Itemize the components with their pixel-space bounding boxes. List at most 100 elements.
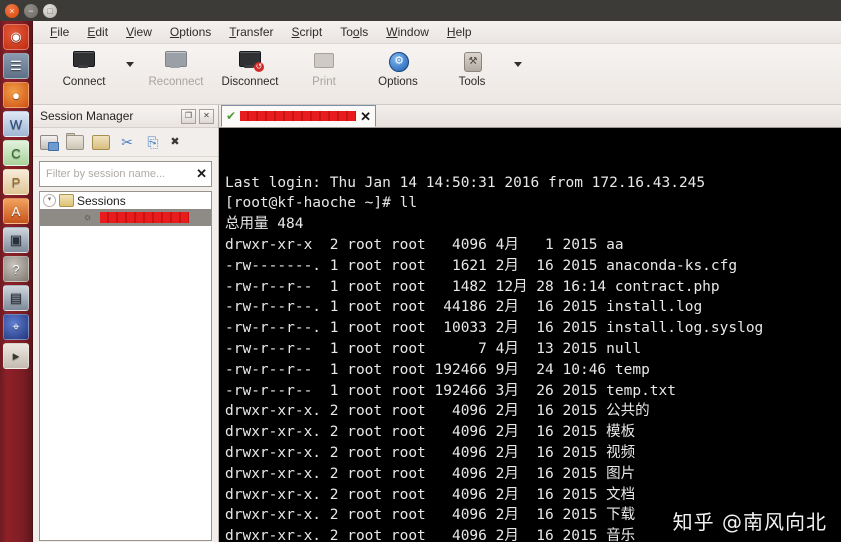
close-panel-button[interactable]: ✕	[199, 108, 214, 124]
new-folder-icon[interactable]	[65, 133, 85, 151]
menu-bar: File Edit View Options Transfer Script Tools Wi…	[33, 21, 841, 44]
menu-item-file[interactable]: File	[41, 23, 78, 41]
printer-icon	[311, 50, 337, 72]
libreoffice-writer-icon[interactable]: W	[3, 111, 29, 137]
main-toolbar: Connect Reconnect ↺ Disconnect Print ⚙ Options…	[33, 44, 841, 105]
toolbar-disconnect-button[interactable]: ↺ Disconnect	[213, 48, 287, 98]
watermark: 知乎 @南风向北	[672, 510, 827, 535]
session-manager-title: Session Manager	[40, 109, 134, 123]
chevron-down-icon	[514, 62, 522, 67]
terminal-line: -rw-r--r-- 1 root root 192466 3月 26 2015…	[225, 382, 676, 399]
toolbar-button-label: Options	[378, 76, 418, 88]
clear-filter-icon[interactable]: ✕	[193, 167, 207, 181]
terminal-side: ✔ ✕ Last login: Thu Jan 14 14:50:31 2016…	[219, 105, 841, 542]
menu-item-edit[interactable]: Edit	[78, 23, 117, 41]
menu-item-window[interactable]: Window	[377, 23, 438, 41]
toolbar-print-button: Print	[287, 48, 361, 98]
toolbar-button-label: Connect	[62, 76, 106, 88]
libreoffice-impress-icon[interactable]: P	[3, 169, 29, 195]
monitor-disconnect-icon: ↺	[237, 50, 264, 72]
dash-home-icon[interactable]: ◉	[3, 24, 29, 50]
files-icon[interactable]: ☰	[3, 53, 29, 79]
paste-icon[interactable]: ⎘	[143, 133, 163, 151]
monitor-icon	[71, 50, 97, 72]
session-filter-input[interactable]	[44, 167, 194, 181]
terminal-line: drwxr-xr-x. 2 root root 4096 2月 16 2015 …	[225, 486, 636, 503]
unity-launcher: ◉ ☰ ● W C P A ▣? ▤ ⌖ ▸	[0, 21, 33, 542]
session-icon: ☼	[83, 212, 93, 223]
ubuntu-top-panel: × − □	[0, 0, 841, 21]
cut-icon[interactable]: ✂	[117, 133, 137, 151]
monitor-dim-icon	[163, 50, 189, 72]
folder-icon	[59, 194, 74, 207]
terminal-line: -rw-r--r-- 1 root root 192466 9月 24 10:4…	[225, 361, 650, 378]
photo-viewer-icon[interactable]: ▣	[3, 227, 29, 253]
window-close-button[interactable]: ×	[5, 4, 19, 18]
toolbar-button-label: Reconnect	[148, 76, 204, 88]
help-icon[interactable]: ?	[3, 256, 29, 282]
window-maximize-button[interactable]: □	[43, 4, 57, 18]
toolbar-reconnect-button: Reconnect	[139, 48, 213, 98]
terminal-line: drwxr-xr-x. 2 root root 4096 2月 16 2015 …	[225, 403, 650, 420]
menu-item-help[interactable]: Help	[438, 23, 481, 41]
delete-icon[interactable]: ✖	[169, 133, 181, 151]
menu-item-script[interactable]: Script	[283, 23, 332, 41]
minimize-icon: −	[28, 6, 34, 16]
toolbar-tools-button[interactable]: ⚒ Tools	[435, 48, 509, 98]
terminal-icon[interactable]: ▸	[3, 343, 29, 369]
menu-item-options[interactable]: Options	[161, 23, 220, 41]
ubuntu-software-center-icon[interactable]: A	[3, 198, 29, 224]
tab-label-redacted	[240, 111, 357, 121]
toolbar-connect-dropdown[interactable]	[121, 48, 139, 98]
dock-button[interactable]: ❐	[181, 108, 196, 124]
securecrt-window: File Edit View Options Transfer Script Tools Wi…	[33, 21, 841, 542]
tree-row-sessions[interactable]: ▾ Sessions	[40, 192, 211, 209]
toolbar-connect-button[interactable]: Connect	[47, 48, 121, 98]
terminal-line: drwxr-xr-x 2 root root 4096 4月 1 2015 aa	[225, 236, 624, 253]
session-name-redacted	[100, 212, 189, 223]
session-tree[interactable]: ▾ Sessions ☼	[39, 191, 212, 541]
close-icon: ×	[9, 6, 15, 16]
terminal-line: -rw-r--r--. 1 root root 10033 2月 16 2015…	[225, 320, 764, 337]
terminal-line: drwxr-xr-x. 2 root root 4096 2月 16 2015 …	[225, 424, 636, 441]
maximize-icon: □	[47, 6, 53, 16]
session-manager-header: Session Manager ❐ ✕	[33, 105, 218, 128]
menu-item-view[interactable]: View	[117, 23, 161, 41]
toolbar-button-label: Print	[312, 76, 336, 88]
content-area: Session Manager ❐ ✕ ✂ ⎘ ✖ ✕ ▾ Sessions	[33, 105, 841, 542]
libreoffice-calc-icon[interactable]: C	[3, 140, 29, 166]
image-app-icon[interactable]: ▤	[3, 285, 29, 311]
terminal-line: [root@kf-haoche ~]# ll	[225, 195, 418, 212]
terminal-line: -rw-r--r-- 1 root root 7 4月 13 2015 null	[225, 340, 642, 357]
expand-arrow-icon[interactable]: ▾	[43, 194, 56, 207]
terminal-output[interactable]: Last login: Thu Jan 14 14:50:31 2016 fro…	[219, 128, 841, 542]
icon-body	[92, 135, 110, 150]
new-session-icon[interactable]	[39, 133, 59, 151]
tools-icon: ⚒	[459, 50, 485, 72]
terminal-line: Last login: Thu Jan 14 14:50:31 2016 fro…	[225, 174, 706, 191]
network-app-icon[interactable]: ⌖	[3, 314, 29, 340]
tab-active-session[interactable]: ✔ ✕	[221, 105, 376, 127]
tab-close-icon[interactable]: ✕	[360, 110, 371, 123]
session-manager-toolbar: ✂ ⎘ ✖	[33, 128, 218, 157]
menu-item-tools[interactable]: Tools	[331, 23, 377, 41]
tree-row-session-item[interactable]: ☼	[40, 209, 211, 226]
toolbar-button-label: Tools	[458, 76, 486, 88]
firefox-icon[interactable]: ●	[3, 82, 29, 108]
icon-body	[40, 135, 58, 150]
menu-item-transfer[interactable]: Transfer	[220, 23, 282, 41]
screen: × − □ ◉ ☰ ● W C P A ▣? ▤ ⌖ ▸ File Edit View Options Tr…	[0, 0, 841, 542]
terminal-line: 总用量 484	[225, 216, 304, 233]
session-filter-row[interactable]: ✕	[39, 161, 212, 187]
chevron-down-icon	[126, 62, 134, 67]
toolbar-button-label: Disconnect	[221, 76, 279, 88]
toolbar-tools-dropdown[interactable]	[509, 48, 527, 98]
session-manager-panel: Session Manager ❐ ✕ ✂ ⎘ ✖ ✕ ▾ Sessions	[33, 105, 219, 542]
open-folder-icon[interactable]	[91, 133, 111, 151]
window-minimize-button[interactable]: −	[24, 4, 38, 18]
terminal-line: drwxr-xr-x. 2 root root 4096 2月 16 2015 …	[225, 444, 636, 461]
tab-bar: ✔ ✕	[219, 105, 841, 128]
connected-check-icon: ✔	[226, 109, 237, 123]
terminal-line: -rw-r--r--. 1 root root 44186 2月 16 2015…	[225, 299, 703, 316]
toolbar-options-button[interactable]: ⚙ Options	[361, 48, 435, 98]
